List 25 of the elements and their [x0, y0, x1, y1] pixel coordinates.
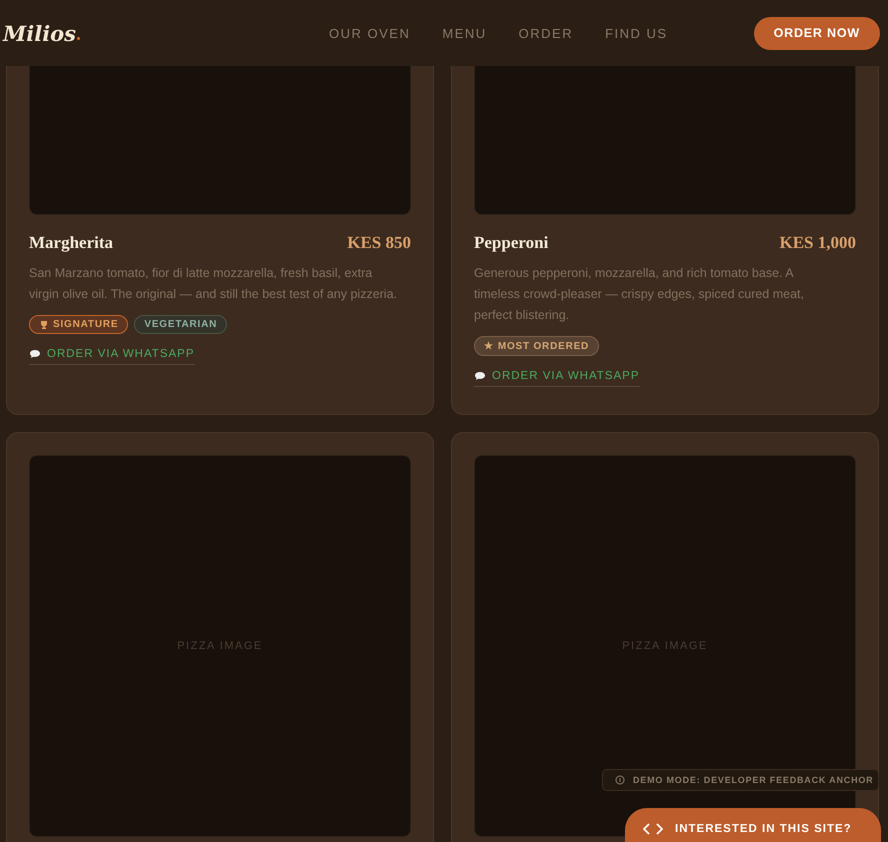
nav-link[interactable]: OUR OVEN — [329, 26, 410, 40]
info-icon — [615, 775, 625, 785]
code-brackets-icon — [643, 823, 663, 835]
logo[interactable]: Milios — [3, 20, 76, 46]
demo-mode-text: DEMO MODE: DEVELOPER FEEDBACK ANCHOR — [633, 775, 874, 785]
nav-link[interactable]: FIND US — [605, 26, 668, 40]
nav-link[interactable]: ORDER — [518, 26, 574, 40]
tag: VEGETARIAN — [134, 315, 228, 334]
whatsapp-order-link[interactable]: ORDER VIA WHATSAPP — [29, 348, 195, 365]
logo-dot-icon — [77, 36, 80, 40]
tag: SIGNATURE — [29, 315, 128, 334]
whatsapp-order-link[interactable]: ORDER VIA WHATSAPP — [474, 370, 640, 387]
price: KES 850 — [347, 233, 411, 253]
order-now-button[interactable]: ORDER NOW — [754, 16, 880, 50]
pizza-description: Generous pepperoni, mozzarella, and rich tomato base. A timeless crowd-pleaser — crispy edges, spiced cured meat, perfect blistering. — [474, 265, 805, 324]
interested-button[interactable]: INTERESTED IN THIS SITE? — [625, 808, 881, 842]
pizza-description: San Marzano tomato, fior di latte mozzarella, fresh basil, extra virgin olive oil. The original — and still the best test of any pizzeria. — [29, 265, 397, 303]
chat-bubble-icon — [29, 349, 41, 359]
price: KES 1,000 — [779, 233, 856, 253]
nav-link[interactable]: MENU — [442, 26, 487, 40]
pizza-name: Margherita — [29, 233, 114, 253]
trophy-icon — [39, 320, 49, 330]
tag: ★ MOST ORDERED — [474, 336, 600, 356]
pizza-name: Pepperoni — [474, 233, 548, 253]
chat-bubble-icon — [474, 371, 486, 381]
